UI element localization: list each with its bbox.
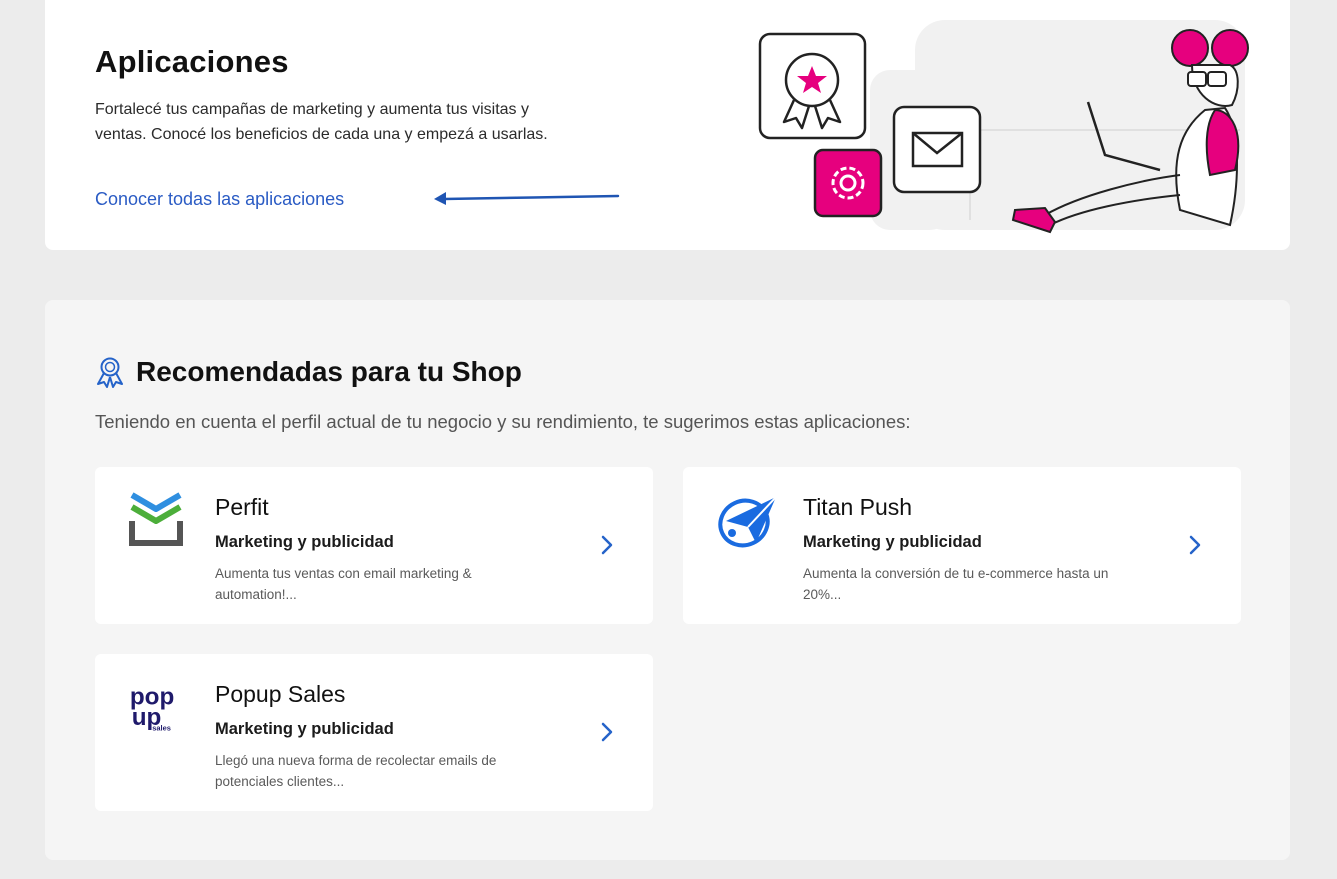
titan-push-logo-icon [718,496,776,548]
hero-description: Fortalecé tus campañas de marketing y au… [95,101,548,143]
svg-text:sales: sales [152,723,171,732]
app-category: Marketing y publicidad [215,720,394,738]
app-description: Aumenta la conversión de tu e-commerce h… [803,566,1109,602]
all-apps-link[interactable]: Conocer todas las aplicaciones [95,189,344,210]
recommended-header: Recomendadas para tu Shop [95,356,522,388]
app-name: Perfit [215,494,269,520]
app-category: Marketing y publicidad [803,533,982,551]
chevron-right-icon[interactable] [1188,534,1202,556]
arrow-annotation-icon [434,192,620,205]
recommended-title: Recomendadas para tu Shop [136,356,522,387]
chevron-right-icon[interactable] [600,721,614,743]
perfit-logo-icon [129,492,183,546]
app-description: Llegó una nueva forma de recolectar emai… [215,753,497,789]
mail-icon [892,105,982,194]
popup-sales-logo-icon: pop up sales [130,683,174,732]
award-badge-icon [758,32,867,140]
app-description: Aumenta tus ventas con email marketing &… [215,566,472,602]
apps-illustration [758,20,1249,234]
app-name: Popup Sales [215,681,346,707]
recommended-section: Recomendadas para tu Shop Teniendo en cu… [45,300,1290,860]
app-name: Titan Push [803,494,913,520]
app-card-perfit[interactable]: Perfit Marketing y publicidad Aumenta tu… [95,467,653,624]
app-card-titan-push[interactable]: Titan Push Marketing y publicidad Aument… [683,467,1241,624]
app-category: Marketing y publicidad [215,533,394,551]
applications-hero-card: Aplicaciones Fortalecé tus campañas de m… [45,0,1290,250]
recommended-subtitle: Teniendo en cuenta el perfil actual de t… [95,411,911,432]
chevron-right-icon[interactable] [600,534,614,556]
gear-icon [813,148,883,218]
ribbon-badge-icon [97,357,123,388]
app-card-popup-sales[interactable]: pop up sales Popup Sales Marketing y pub… [95,654,653,811]
page-title: Aplicaciones [95,44,289,79]
